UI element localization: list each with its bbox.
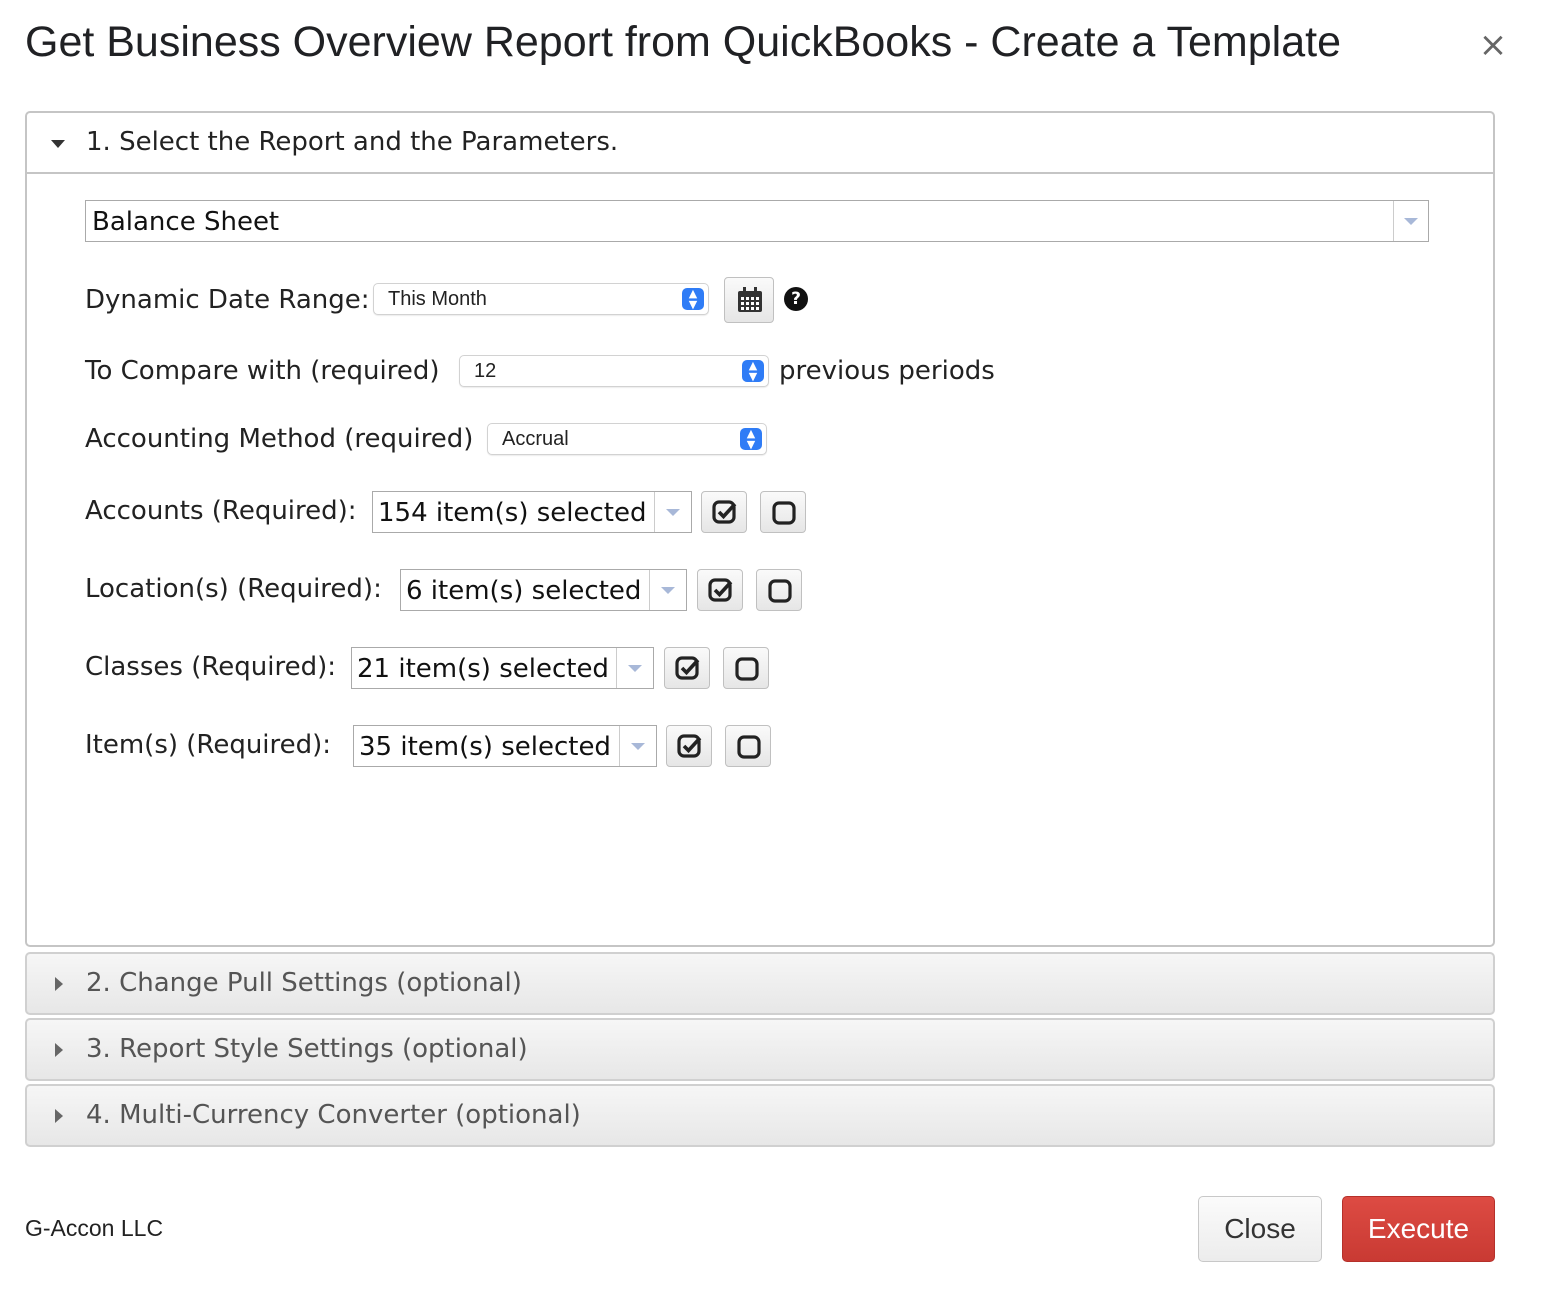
caret-right-icon [55, 1109, 63, 1123]
locations-select-all-button[interactable] [697, 569, 743, 611]
accounting-select[interactable]: Accrual ▲ ▼ [487, 423, 767, 455]
accounts-label: Accounts (Required): [85, 496, 357, 526]
caret-right-icon [55, 1043, 63, 1057]
date-range-value: This Month [388, 288, 487, 310]
close-button[interactable]: Close [1198, 1196, 1322, 1262]
caret-down-icon [51, 140, 65, 148]
accounting-label: Accounting Method (required) [85, 424, 474, 454]
square-icon [768, 579, 792, 603]
items-select-arrow[interactable] [619, 726, 656, 766]
chevron-down-icon [1404, 218, 1418, 225]
accounting-value: Accrual [502, 428, 569, 450]
items-label: Item(s) (Required): [85, 730, 332, 760]
compare-label: To Compare with (required) [85, 356, 440, 386]
square-icon [737, 735, 761, 759]
locations-select[interactable]: 6 item(s) selected [400, 569, 687, 611]
compare-value: 12 [474, 360, 497, 382]
check-square-icon [675, 656, 700, 680]
section-parameters: 1. Select the Report and the Parameters.… [25, 111, 1495, 947]
execute-button[interactable]: Execute [1342, 1196, 1495, 1262]
date-range-select[interactable]: This Month ▲ ▼ [373, 283, 709, 315]
square-icon [735, 657, 759, 681]
footer-brand: G-Accon LLC [25, 1215, 164, 1241]
locations-value: 6 item(s) selected [406, 576, 642, 606]
items-value: 35 item(s) selected [359, 732, 611, 762]
report-select[interactable]: Balance Sheet [85, 200, 1429, 242]
section-1-label: 1. Select the Report and the Parameters. [86, 127, 619, 157]
classes-clear-button[interactable] [723, 647, 769, 689]
accounts-select-all-button[interactable] [701, 491, 747, 533]
accounts-value: 154 item(s) selected [378, 498, 647, 528]
classes-select-all-button[interactable] [664, 647, 710, 689]
select-chevron-icon: ▲ ▼ [742, 360, 764, 383]
section-3-label: 3. Report Style Settings (optional) [86, 1034, 528, 1064]
close-icon[interactable]: × [1472, 22, 1514, 68]
dialog-title: Get Business Overview Report from QuickB… [25, 18, 1341, 66]
select-chevron-icon: ▲ ▼ [740, 428, 762, 451]
chevron-down-icon [631, 743, 645, 750]
caret-right-icon [55, 977, 63, 991]
check-square-icon [708, 578, 733, 602]
items-select-all-button[interactable] [666, 725, 712, 767]
items-select[interactable]: 35 item(s) selected [353, 725, 657, 767]
compare-suffix: previous periods [779, 356, 995, 386]
check-square-icon [712, 500, 737, 524]
chevron-down-icon [666, 509, 680, 516]
chevron-down-icon [661, 587, 675, 594]
locations-label: Location(s) (Required): [85, 574, 382, 604]
chevron-down-icon [628, 665, 642, 672]
accounts-select[interactable]: 154 item(s) selected [372, 491, 692, 533]
classes-select-arrow[interactable] [616, 648, 653, 688]
report-select-value: Balance Sheet [92, 207, 280, 237]
check-square-icon [677, 734, 702, 758]
report-select-arrow[interactable] [1393, 201, 1428, 241]
accounts-select-arrow[interactable] [654, 492, 691, 532]
section-pull-settings[interactable]: 2. Change Pull Settings (optional) [25, 952, 1495, 1015]
section-style-settings[interactable]: 3. Report Style Settings (optional) [25, 1018, 1495, 1081]
select-chevron-icon: ▲ ▼ [682, 288, 704, 311]
calendar-button[interactable] [724, 277, 774, 323]
classes-select[interactable]: 21 item(s) selected [351, 647, 654, 689]
classes-value: 21 item(s) selected [357, 654, 609, 684]
locations-select-arrow[interactable] [649, 570, 686, 610]
classes-label: Classes (Required): [85, 652, 336, 682]
help-icon[interactable]: ? [784, 287, 808, 311]
compare-select[interactable]: 12 ▲ ▼ [459, 355, 769, 387]
section-2-label: 2. Change Pull Settings (optional) [86, 968, 522, 998]
locations-clear-button[interactable] [756, 569, 802, 611]
section-1-header[interactable]: 1. Select the Report and the Parameters. [27, 113, 1493, 174]
accounts-clear-button[interactable] [760, 491, 806, 533]
calendar-icon [738, 287, 762, 312]
section-4-label: 4. Multi-Currency Converter (optional) [86, 1100, 581, 1130]
date-range-label: Dynamic Date Range: [85, 285, 370, 315]
square-icon [772, 501, 796, 525]
items-clear-button[interactable] [725, 725, 771, 767]
section-currency-converter[interactable]: 4. Multi-Currency Converter (optional) [25, 1084, 1495, 1147]
